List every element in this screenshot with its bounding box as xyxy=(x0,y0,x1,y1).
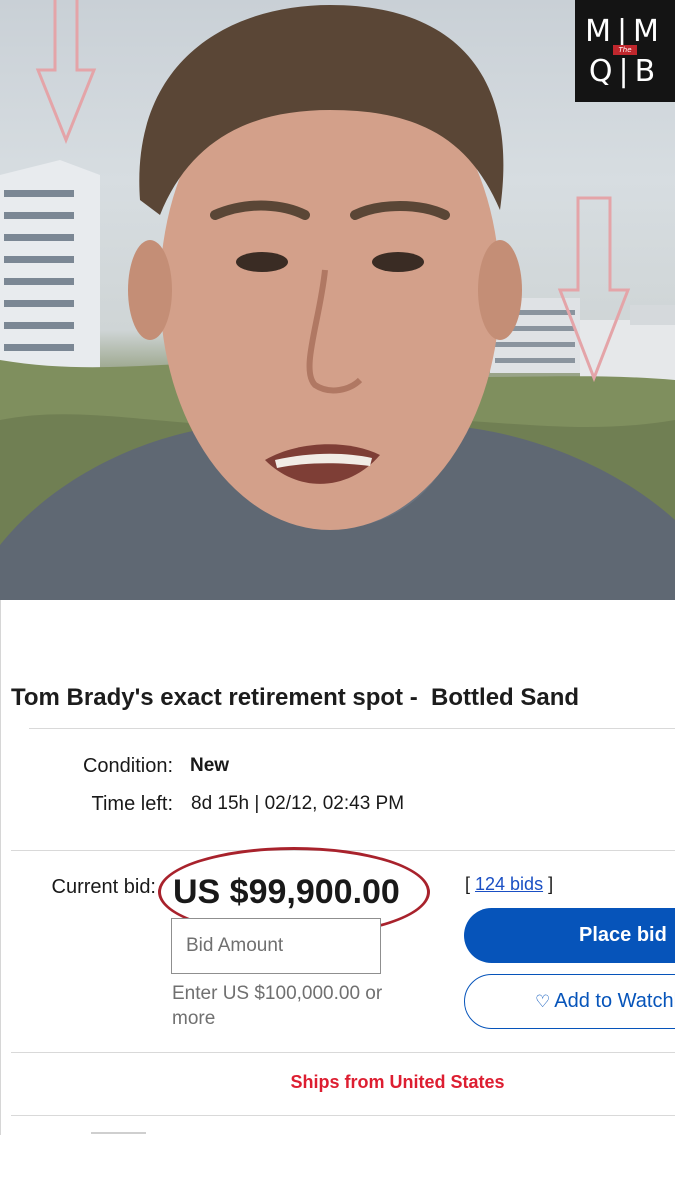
listing-title: Tom Brady's exact retirement spot - Bott… xyxy=(11,684,580,711)
time-left-value: 8d 15h | 02/12, 02:43 PM xyxy=(191,793,405,814)
condition-value: New xyxy=(190,755,230,776)
watchlist-label: Add to Watchlist xyxy=(554,990,675,1012)
logo-top-letters: M|M xyxy=(585,14,665,49)
bid-hint: Enter US $100,000.00 or more xyxy=(172,983,383,1029)
cut-off-row xyxy=(91,1128,151,1135)
bid-history-link[interactable]: 124 bids xyxy=(475,874,543,894)
divider xyxy=(29,728,675,729)
bid-count-open: [ xyxy=(465,874,476,894)
listing-photo: M|M The Q|B xyxy=(0,0,675,600)
condition-label: Condition: xyxy=(82,755,173,777)
bid-amount-input[interactable] xyxy=(171,918,381,974)
down-arrow-icon xyxy=(35,0,97,145)
add-to-watchlist-button[interactable]: ♡Add to Watchlist xyxy=(464,974,675,1029)
bid-count: [ 124 bids ] xyxy=(465,874,553,895)
divider xyxy=(11,1052,675,1053)
listing-card: Tom Brady's exact retirement spot - Bott… xyxy=(0,600,675,1135)
bid-count-close: ] xyxy=(543,874,554,894)
mmqb-logo: M|M The Q|B xyxy=(575,0,675,102)
photo-illustration xyxy=(0,0,675,600)
ships-from-notice: Ships from United States xyxy=(290,1072,505,1092)
building-left xyxy=(0,160,100,370)
place-bid-button[interactable]: Place bid xyxy=(464,908,675,963)
heart-icon: ♡ xyxy=(535,992,551,1011)
current-bid-label: Current bid: xyxy=(51,876,157,898)
logo-bottom-letters: Q|B xyxy=(588,54,662,89)
time-left-label: Time left: xyxy=(91,793,174,815)
divider xyxy=(11,1115,675,1116)
